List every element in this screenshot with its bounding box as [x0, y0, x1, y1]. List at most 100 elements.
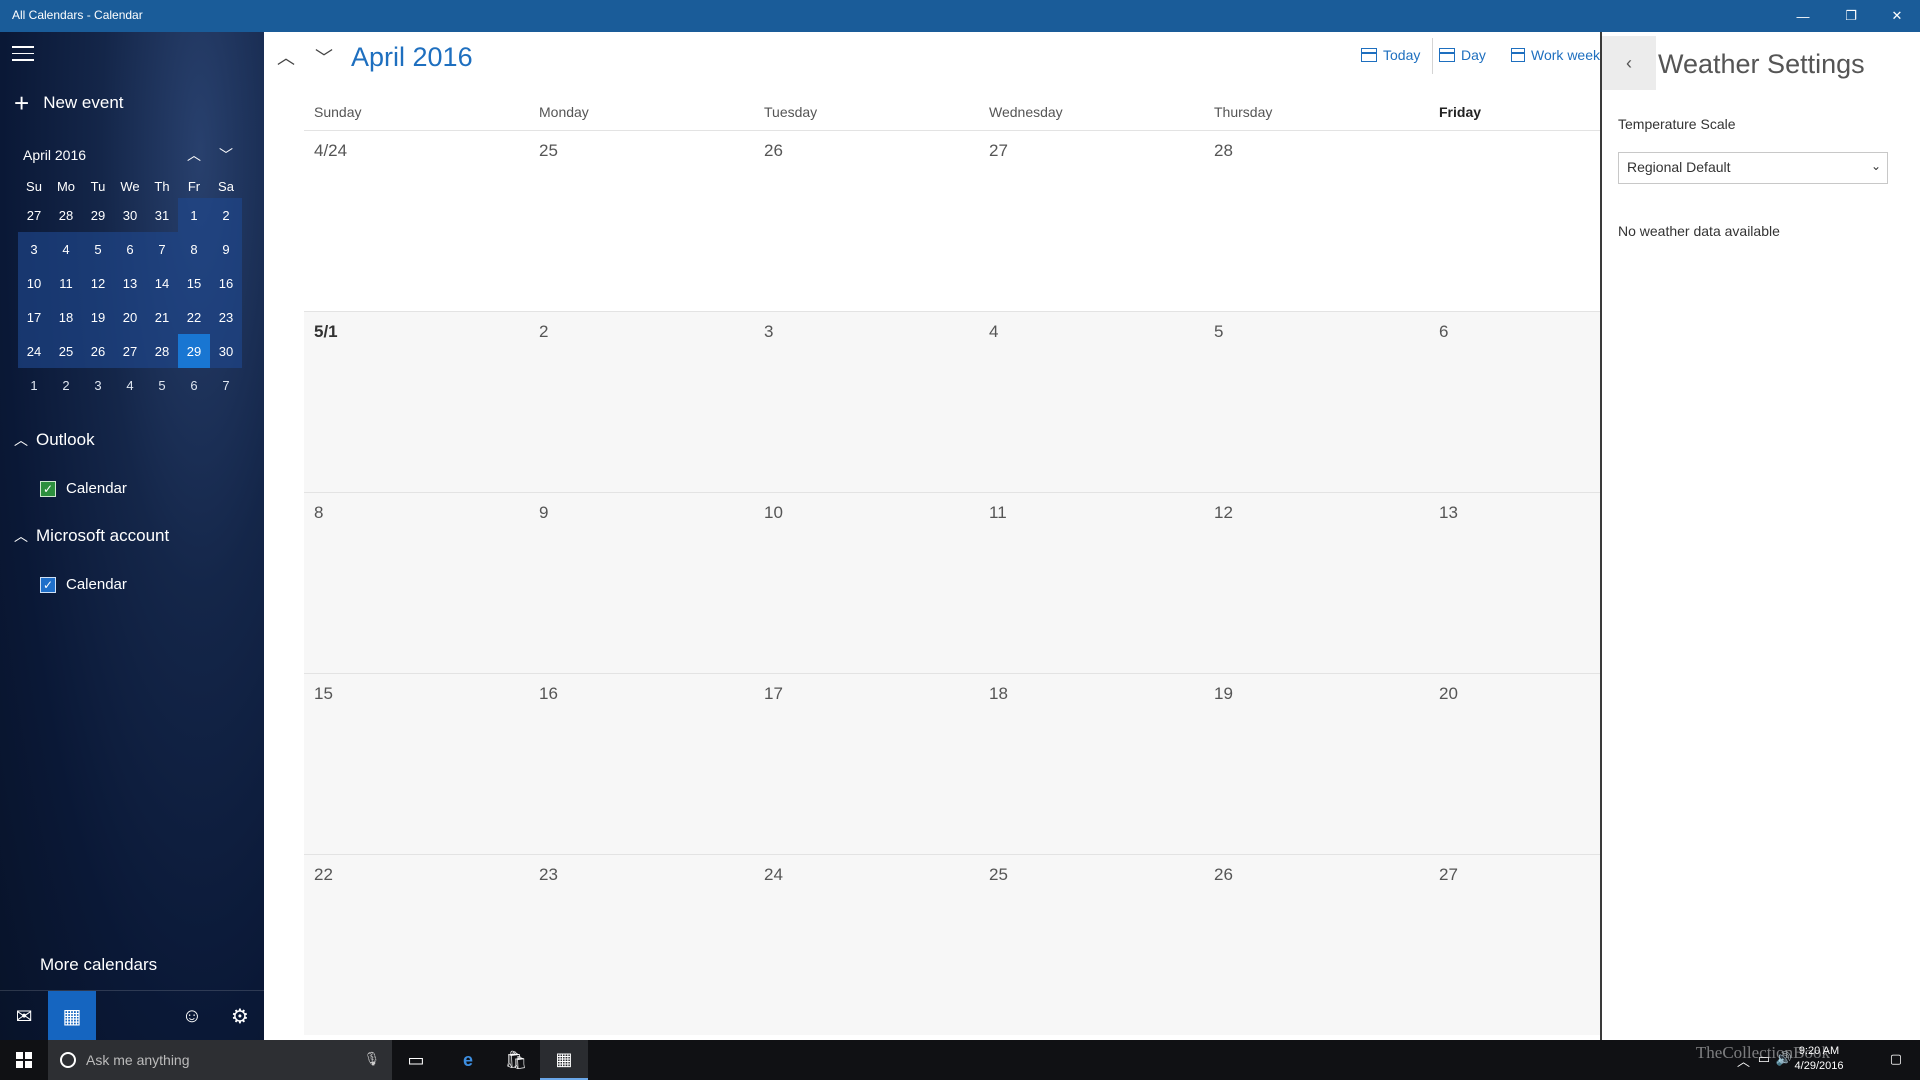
- mini-day[interactable]: 12: [82, 266, 114, 300]
- microsoft-calendar-item[interactable]: ✓ Calendar: [40, 576, 127, 593]
- mini-day[interactable]: 10: [18, 266, 50, 300]
- mini-day[interactable]: 9: [210, 232, 242, 266]
- mail-icon[interactable]: ✉: [0, 991, 48, 1041]
- mini-day[interactable]: 5: [82, 232, 114, 266]
- day-cell[interactable]: 10: [754, 493, 979, 673]
- settings-gear-icon[interactable]: ⚙: [216, 991, 264, 1041]
- day-cell[interactable]: 6: [1429, 312, 1600, 492]
- mini-day-selected[interactable]: 29: [178, 334, 210, 368]
- calendar-app-icon[interactable]: ▦: [540, 1040, 588, 1080]
- day-cell[interactable]: 8: [304, 493, 529, 673]
- mini-day[interactable]: 29: [82, 198, 114, 232]
- day-cell[interactable]: 25: [979, 855, 1204, 1035]
- action-center-icon[interactable]: ▢: [1890, 1051, 1902, 1067]
- mini-day[interactable]: 26: [82, 334, 114, 368]
- mini-calendar-title[interactable]: April 2016: [23, 147, 86, 163]
- mini-day[interactable]: 27: [114, 334, 146, 368]
- day-cell[interactable]: 22: [304, 855, 529, 1035]
- checkbox-checked-icon[interactable]: ✓: [40, 480, 56, 497]
- mini-day[interactable]: 6: [114, 232, 146, 266]
- day-cell[interactable]: 15: [304, 674, 529, 854]
- microsoft-account-group-header[interactable]: ︿ Microsoft account: [14, 526, 169, 546]
- day-cell[interactable]: 27: [979, 131, 1204, 311]
- work-week-button[interactable]: Work week: [1511, 47, 1600, 63]
- mini-day[interactable]: 16: [210, 266, 242, 300]
- mini-day[interactable]: 27: [18, 198, 50, 232]
- mini-day[interactable]: 19: [82, 300, 114, 334]
- mini-day[interactable]: 11: [50, 266, 82, 300]
- day-cell[interactable]: 4/24: [304, 131, 529, 311]
- day-cell[interactable]: 12: [1204, 493, 1429, 673]
- day-cell[interactable]: 19: [1204, 674, 1429, 854]
- day-cell[interactable]: 5/1: [304, 312, 529, 492]
- day-cell[interactable]: 26: [1204, 855, 1429, 1035]
- mini-day[interactable]: 25: [50, 334, 82, 368]
- taskbar-clock[interactable]: 9:20 AM 4/29/2016: [1774, 1044, 1864, 1074]
- edge-browser-icon[interactable]: e: [444, 1040, 492, 1080]
- day-cell[interactable]: 13: [1429, 493, 1600, 673]
- day-cell[interactable]: 16: [529, 674, 754, 854]
- day-cell[interactable]: 4: [979, 312, 1204, 492]
- mini-day[interactable]: 18: [50, 300, 82, 334]
- mini-day[interactable]: 30: [210, 334, 242, 368]
- checkbox-checked-icon[interactable]: ✓: [40, 576, 56, 593]
- day-cell[interactable]: 26: [754, 131, 979, 311]
- day-cell[interactable]: 3: [754, 312, 979, 492]
- day-cell[interactable]: 20: [1429, 674, 1600, 854]
- back-arrow-icon[interactable]: ‹: [1602, 36, 1656, 90]
- mini-day[interactable]: 6: [178, 368, 210, 402]
- cortana-search-box[interactable]: Ask me anything 🎙: [48, 1040, 392, 1080]
- day-cell[interactable]: 18: [979, 674, 1204, 854]
- mini-day[interactable]: 4: [50, 232, 82, 266]
- mini-day[interactable]: 8: [178, 232, 210, 266]
- mini-day[interactable]: 28: [50, 198, 82, 232]
- next-month-icon[interactable]: ﹀: [309, 42, 339, 72]
- mini-day[interactable]: 23: [210, 300, 242, 334]
- outlook-group-header[interactable]: ︿ Outlook: [14, 430, 95, 450]
- mini-day[interactable]: 30: [114, 198, 146, 232]
- show-hidden-icons-icon[interactable]: ︿: [1737, 1051, 1750, 1070]
- mini-day[interactable]: 21: [146, 300, 178, 334]
- mini-day[interactable]: 1: [178, 198, 210, 232]
- day-cell[interactable]: 2: [529, 312, 754, 492]
- mini-day[interactable]: 24: [18, 334, 50, 368]
- day-cell-today[interactable]: 29: [1429, 131, 1600, 311]
- day-cell[interactable]: 27: [1429, 855, 1600, 1035]
- windows-start-icon[interactable]: [0, 1040, 48, 1080]
- mini-day[interactable]: 15: [178, 266, 210, 300]
- mini-day[interactable]: 13: [114, 266, 146, 300]
- store-icon[interactable]: 🛍: [492, 1040, 540, 1080]
- mini-day[interactable]: 3: [18, 232, 50, 266]
- mini-next-month-icon[interactable]: ﹀: [215, 144, 237, 166]
- today-button[interactable]: Today: [1361, 47, 1420, 63]
- mini-day[interactable]: 1: [18, 368, 50, 402]
- minimize-button[interactable]: —: [1780, 0, 1826, 32]
- microphone-icon[interactable]: 🎙: [363, 1051, 380, 1067]
- mini-day[interactable]: 31: [146, 198, 178, 232]
- mini-day[interactable]: 4: [114, 368, 146, 402]
- mini-prev-month-icon[interactable]: ︿: [183, 144, 205, 166]
- day-cell[interactable]: 23: [529, 855, 754, 1035]
- mini-day[interactable]: 2: [210, 198, 242, 232]
- network-icon[interactable]: ▭: [1758, 1051, 1770, 1067]
- mini-day[interactable]: 20: [114, 300, 146, 334]
- day-cell[interactable]: 11: [979, 493, 1204, 673]
- day-cell[interactable]: 25: [529, 131, 754, 311]
- calendar-icon[interactable]: ▦: [48, 991, 96, 1041]
- mini-day[interactable]: 14: [146, 266, 178, 300]
- month-title[interactable]: April 2016: [351, 42, 473, 73]
- new-event-button[interactable]: + New event: [14, 90, 124, 116]
- temperature-scale-select[interactable]: Regional Default ⌄: [1618, 152, 1888, 184]
- day-cell[interactable]: 17: [754, 674, 979, 854]
- mini-day[interactable]: 22: [178, 300, 210, 334]
- mini-day[interactable]: 17: [18, 300, 50, 334]
- close-button[interactable]: ✕: [1874, 0, 1920, 32]
- previous-month-icon[interactable]: ︿: [271, 42, 301, 72]
- day-cell[interactable]: 24: [754, 855, 979, 1035]
- mini-day[interactable]: 7: [146, 232, 178, 266]
- hamburger-menu-icon[interactable]: [12, 46, 34, 62]
- mini-day[interactable]: 28: [146, 334, 178, 368]
- task-view-icon[interactable]: ▭: [392, 1040, 440, 1080]
- restore-button[interactable]: ❐: [1828, 0, 1874, 32]
- day-cell[interactable]: 5: [1204, 312, 1429, 492]
